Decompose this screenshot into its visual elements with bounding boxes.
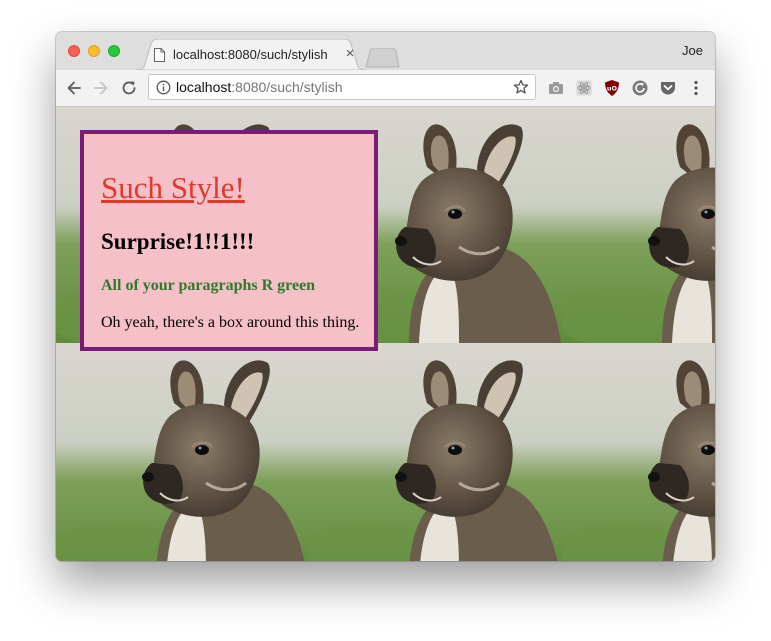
url-path: :8080/such/stylish [231,79,343,95]
url-text[interactable]: localhost:8080/such/stylish [176,79,343,95]
bookmark-star-icon[interactable] [513,79,529,95]
camera-icon[interactable] [547,79,565,97]
url-host: localhost [176,79,232,95]
forward-arrow-icon[interactable] [92,79,110,97]
wallaby-photo [562,343,715,561]
wallaby-photo [56,343,309,561]
green-paragraph: All of your paragraphs R green [101,277,316,294]
info-icon[interactable] [156,80,171,95]
browser-window: localhost:8080/such/stylish × Joe localh… [56,32,715,561]
pocket-icon[interactable] [659,79,677,97]
maximize-window-button[interactable] [108,45,120,57]
styled-content-box: Such Style! Surprise!1!!1!!! All of your… [80,130,378,351]
reload-icon[interactable] [120,79,138,97]
page-icon [154,48,165,62]
page-heading-link[interactable]: Such Style! [101,170,245,206]
minimize-window-button[interactable] [88,45,100,57]
wallaby-photo [309,343,562,561]
page-subheading: Surprise!1!!1!!! [101,229,255,254]
react-devtools-icon[interactable] [575,79,593,97]
back-arrow-icon[interactable] [65,79,83,97]
tab-title: localhost:8080/such/stylish [173,47,328,62]
ublock-shield-icon[interactable]: uO [603,79,621,97]
new-tab-button[interactable] [364,48,400,68]
sync-extension-icon[interactable] [631,79,649,97]
tab-strip: localhost:8080/such/stylish × Joe [56,32,715,70]
plain-paragraph: Oh yeah, there's a box around this thing… [101,314,360,331]
profile-name[interactable]: Joe [682,43,703,58]
browser-tab[interactable]: localhost:8080/such/stylish × [136,39,366,70]
browser-toolbar: localhost:8080/such/stylish uO [56,70,715,107]
page-viewport: Such Style! Surprise!1!!1!!! All of your… [56,107,715,561]
svg-text:uO: uO [607,85,618,93]
close-window-button[interactable] [68,45,80,57]
address-bar[interactable]: localhost:8080/such/stylish [148,74,536,100]
close-tab-icon[interactable]: × [343,46,357,61]
wallaby-photo [562,107,715,343]
more-menu-icon[interactable] [687,79,705,97]
